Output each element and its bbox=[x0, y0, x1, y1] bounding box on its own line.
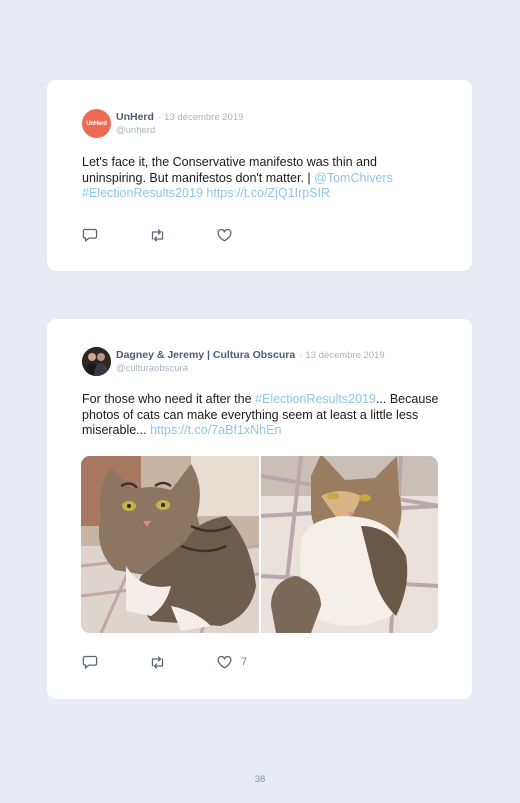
like-count: 7 bbox=[241, 656, 248, 668]
tweet-text: For those who need it after the #Electio… bbox=[82, 392, 442, 439]
retweet-button[interactable] bbox=[149, 655, 166, 669]
tweet-meta: Dagney & Jeremy | Cultura Obscura · 13 d… bbox=[116, 347, 385, 375]
retweet-icon bbox=[151, 228, 164, 242]
tweet-actions: 7 bbox=[82, 655, 247, 669]
mention-link[interactable]: @TomChivers bbox=[314, 171, 393, 185]
author-handle[interactable]: @culturaobscura bbox=[116, 362, 385, 375]
like-button[interactable] bbox=[217, 228, 241, 242]
tabby-cat-image bbox=[81, 456, 259, 633]
tweet-card-culturaobscura: Dagney & Jeremy | Cultura Obscura · 13 d… bbox=[47, 319, 472, 699]
heart-icon bbox=[217, 655, 232, 668]
url-link[interactable]: https://t.co/ZjQ1IrpSIR bbox=[206, 186, 330, 200]
cat-photo-tabby[interactable] bbox=[81, 456, 259, 633]
url-link[interactable]: https://t.co/7aBf1xNhEn bbox=[150, 423, 281, 437]
author-name[interactable]: UnHerd bbox=[116, 111, 154, 123]
avatar-logo-text: UnHerd bbox=[86, 120, 107, 127]
avatar-photo bbox=[82, 347, 111, 376]
tweet-header: UnHerd UnHerd · 13 décembre 2019 @unherd bbox=[82, 109, 243, 138]
retweet-icon bbox=[151, 655, 164, 669]
tweet-header: Dagney & Jeremy | Cultura Obscura · 13 d… bbox=[82, 347, 385, 376]
like-button[interactable]: 7 bbox=[217, 655, 248, 669]
hashtag-link[interactable]: #ElectionResults2019 bbox=[82, 186, 203, 200]
tweet-body-text: For those who need it after the bbox=[82, 392, 256, 406]
tweet-media bbox=[81, 456, 438, 633]
reply-button[interactable] bbox=[82, 655, 98, 669]
page-number: 38 bbox=[254, 774, 266, 785]
reply-button[interactable] bbox=[82, 228, 98, 242]
avatar[interactable] bbox=[82, 347, 111, 376]
tweet-meta: UnHerd · 13 décembre 2019 @unherd bbox=[116, 109, 243, 137]
heart-icon bbox=[217, 228, 232, 241]
retweet-button[interactable] bbox=[149, 228, 166, 242]
avatar[interactable]: UnHerd bbox=[82, 109, 111, 138]
tweet-actions bbox=[82, 228, 241, 242]
author-name[interactable]: Dagney & Jeremy | Cultura Obscura bbox=[116, 349, 295, 361]
calico-cat-image bbox=[260, 456, 438, 633]
tweet-card-unherd: UnHerd UnHerd · 13 décembre 2019 @unherd… bbox=[47, 80, 472, 271]
tweet-text: Let's face it, the Conservative manifest… bbox=[82, 155, 442, 202]
author-handle[interactable]: @unherd bbox=[116, 124, 243, 137]
tweet-date[interactable]: · 13 décembre 2019 bbox=[300, 350, 385, 361]
cat-photo-calico[interactable] bbox=[260, 456, 438, 633]
reply-icon bbox=[82, 228, 98, 242]
hashtag-link[interactable]: #ElectionResults2019 bbox=[255, 392, 376, 406]
tweet-date[interactable]: · 13 décembre 2019 bbox=[158, 112, 243, 123]
reply-icon bbox=[82, 655, 98, 669]
